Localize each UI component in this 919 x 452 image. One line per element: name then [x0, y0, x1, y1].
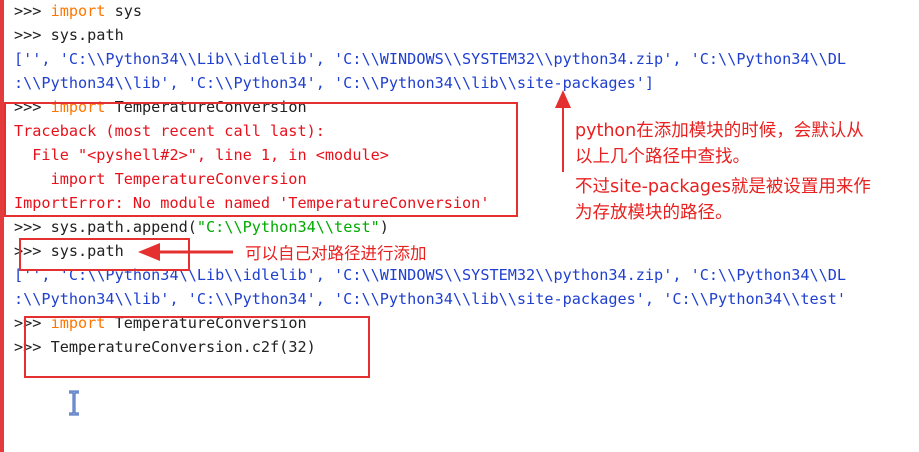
text-cursor-icon: [69, 390, 79, 416]
note-site-packages-2: 为存放模块的路径。: [575, 203, 733, 223]
left-arrow-icon: [138, 243, 233, 261]
note-default-search-paths-1: python在添加模块的时候，会默认从: [575, 121, 864, 141]
annotation-arrows: [138, 90, 571, 261]
up-arrow-icon: [555, 90, 571, 172]
note-default-search-paths-2: 以上几个路径中查找。: [575, 147, 750, 167]
note-append-path: 可以自己对路径进行添加: [245, 244, 427, 263]
note-site-packages-1: 不过site-packages就是被设置用来作: [575, 177, 871, 197]
